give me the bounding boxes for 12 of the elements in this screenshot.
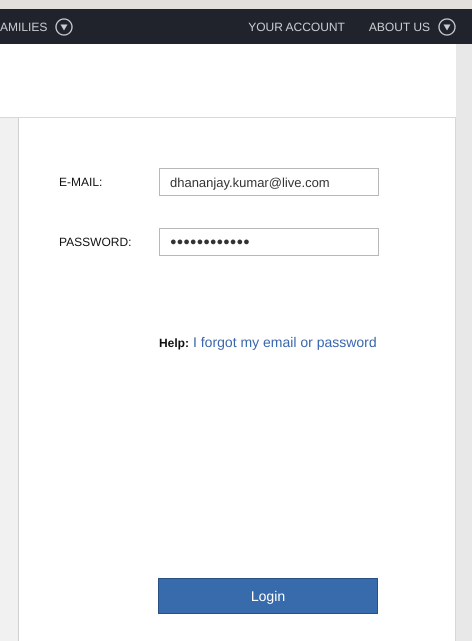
email-field[interactable]: dhananjay.kumar@live.com [159, 168, 379, 196]
nav-link[interactable]: ABOUT US [368, 18, 456, 36]
help-label: Help: [159, 336, 189, 350]
dropdown-icon[interactable] [438, 18, 456, 36]
field-label: PASSWORD: [59, 235, 132, 249]
nav-link[interactable]: AMILIES [0, 18, 74, 36]
forgot-link[interactable]: I forgot my email or password [193, 334, 377, 350]
dropdown-icon[interactable] [55, 18, 74, 36]
password-field[interactable]: ●●●●●●●●●●●● [159, 228, 379, 256]
nav-link[interactable]: YOUR ACCOUNT [248, 20, 345, 34]
field-label: E-MAIL: [59, 175, 104, 189]
login-button[interactable]: Login [158, 578, 378, 614]
